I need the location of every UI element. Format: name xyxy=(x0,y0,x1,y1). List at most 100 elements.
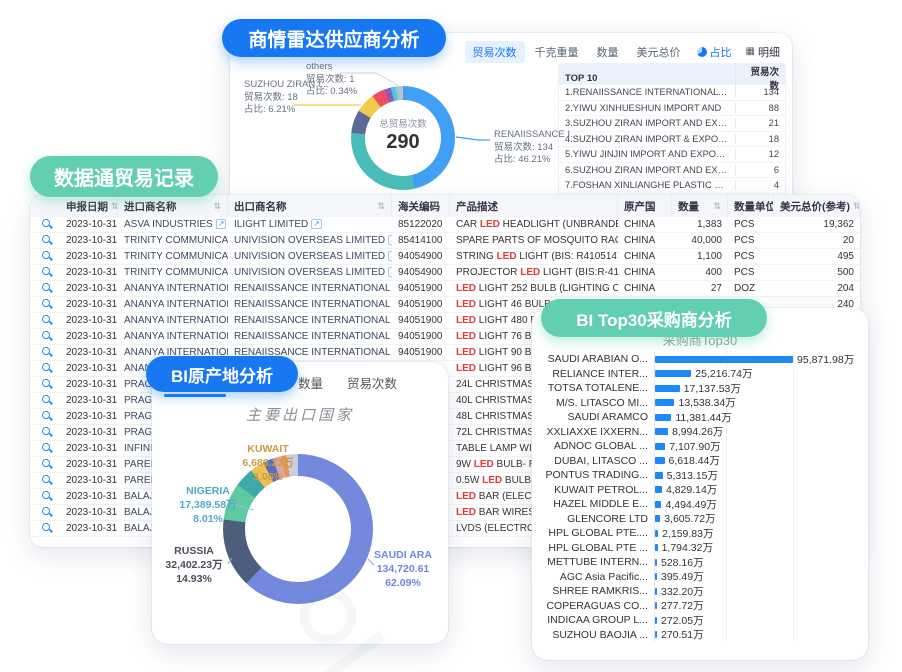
cell-importer[interactable]: TRINITY COMMUNICATIONS↗ xyxy=(118,267,228,278)
magnifier-icon[interactable] xyxy=(42,235,50,243)
cell-description: CAR LED HEADLIGHT (UNBRANDED, ORDIN... xyxy=(450,219,618,230)
bar-value: 528.16万 xyxy=(661,555,704,570)
cell-hs-code: 94051900 xyxy=(392,331,450,342)
cell-importer[interactable]: ANANYA INTERNATIONAL↗ xyxy=(118,299,228,310)
col-origin-header: 原产国 xyxy=(618,195,672,217)
cell-importer[interactable]: TRINITY COMMUNICATIONS↗ xyxy=(118,235,228,246)
bar-value: 7,107.90万 xyxy=(669,439,720,454)
bar-row: DUBAI, LITASCO ... 6,618.44万 xyxy=(544,454,858,469)
magnifier-icon[interactable] xyxy=(42,299,50,307)
cell-importer[interactable]: TRINITY COMMUNICATIONS↗ xyxy=(118,251,228,262)
magnifier-icon[interactable] xyxy=(42,491,50,499)
bar xyxy=(655,588,657,595)
bar-value: 4,829.14万 xyxy=(666,482,717,497)
cell-hs-code: 94054900 xyxy=(392,251,450,262)
cell-description: STRING LED LIGHT (BIS: R41051470) MOD... xyxy=(450,251,618,262)
cell-importer[interactable]: ANANYA INTERNATIONAL↗ xyxy=(118,283,228,294)
origin-analysis-pill: BI原产地分析 xyxy=(146,356,298,392)
company-link-icon[interactable]: ↗ xyxy=(216,219,227,229)
cell-date: 2023-10-31 xyxy=(60,475,118,486)
bar-value: 272.05万 xyxy=(661,613,704,628)
magnifier-icon[interactable] xyxy=(42,315,50,323)
bar-row: M/S. LITASCO MI... 13,538.34万 xyxy=(544,396,858,411)
magnifier-icon[interactable] xyxy=(42,523,50,531)
cell-description: PROJECTOR LED LIGHT (BIS:R-41248487) xyxy=(450,267,618,278)
bar-label: GLENCORE LTD xyxy=(544,513,654,525)
bar-label: COPERAGUAS CO... xyxy=(544,600,654,612)
table-row: 2023-10-31 ASVA INDUSTRIES↗ ILIGHT LIMIT… xyxy=(30,217,860,233)
bar-value: 270.51万 xyxy=(661,627,704,642)
cell-exporter[interactable]: ILIGHT LIMITED↗ xyxy=(228,219,392,230)
magnifier-icon[interactable] xyxy=(42,251,50,259)
magnifier-icon[interactable] xyxy=(42,475,50,483)
bar-value: 277.72万 xyxy=(661,598,704,613)
bar-value: 13,538.34万 xyxy=(678,395,735,410)
bar-row: XXLIAXXE IXXERN... 8,994.26万 xyxy=(544,425,858,440)
magnifier-icon[interactable] xyxy=(42,459,50,467)
col-exporter-header[interactable]: 出口商名称⇅ xyxy=(228,195,392,217)
bar xyxy=(655,631,657,638)
magnifier-icon[interactable] xyxy=(42,379,50,387)
cell-exporter[interactable]: UNIVISION OVERSEAS LIMITED↗ xyxy=(228,267,392,278)
cell-usd: 204 xyxy=(774,283,860,294)
cell-unit: DOZ xyxy=(728,283,774,294)
bar-row: COPERAGUAS CO... 277.72万 xyxy=(544,599,858,614)
bar xyxy=(655,399,674,406)
magnifier-icon[interactable] xyxy=(42,507,50,515)
bar xyxy=(655,559,657,566)
bar-value: 332.20万 xyxy=(661,584,704,599)
cell-exporter[interactable]: RENAIISSANCE INTERNATIONAL HK↗ xyxy=(228,331,392,342)
cell-exporter[interactable]: RENAIISSANCE INTERNATIONAL HK↗ xyxy=(228,283,392,294)
cell-exporter[interactable]: RENAIISSANCE INTERNATIONAL HK↗ xyxy=(228,299,392,310)
magnifier-icon[interactable] xyxy=(42,427,50,435)
cell-origin: CHINA xyxy=(618,251,672,262)
cell-importer[interactable]: ANANYA INTERNATIONAL↗ xyxy=(118,331,228,342)
cell-date: 2023-10-31 xyxy=(60,267,118,278)
bar-row: TOTSA TOTALENE... 17,137.53万 xyxy=(544,381,858,396)
magnifier-icon[interactable] xyxy=(42,267,50,275)
cell-importer[interactable]: ASVA INDUSTRIES↗ xyxy=(118,219,228,230)
donut-label-suzhou: SUZHOU ZIRAN I... 贸易次数: 18 占比: 6.21% xyxy=(244,79,328,117)
magnifier-icon[interactable] xyxy=(42,219,50,227)
cell-date: 2023-10-31 xyxy=(60,523,118,534)
cell-date: 2023-10-31 xyxy=(60,315,118,326)
origin-label-kuwait: KUWAIT 6,686.23万 3.08% xyxy=(214,442,322,484)
cell-importer[interactable]: ANANYA INTERNATIONAL↗ xyxy=(118,315,228,326)
bar-value: 25,216.74万 xyxy=(695,366,752,381)
bar-row: HAZEL MIDDLE E... 4,494.49万 xyxy=(544,497,858,512)
col-qty-header[interactable]: 数量⇅ xyxy=(672,195,728,217)
table-row: 2023-10-31 ANANYA INTERNATIONAL↗ RENAIIS… xyxy=(30,281,860,297)
cell-exporter[interactable]: RENAIISSANCE INTERNATIONAL HK↗ xyxy=(228,315,392,326)
top30-buyers-card: 采购商Top30 SAUDI ARABIAN O... 95,871.98万 R… xyxy=(532,308,868,660)
cell-date: 2023-10-31 xyxy=(60,443,118,454)
dashboard: 贸易次数千克重量数量美元总价占比▦明细 总贸易次数 290 others 贸易次… xyxy=(0,0,902,672)
company-link-icon[interactable]: ↗ xyxy=(311,219,322,229)
sort-icon: ⇅ xyxy=(111,201,118,212)
magnifier-icon[interactable] xyxy=(42,395,50,403)
bar xyxy=(655,370,691,377)
magnifier-icon[interactable] xyxy=(42,283,50,291)
col-usd-header[interactable]: 美元总价(参考)⇅ xyxy=(774,195,860,217)
bar-value: 395.49万 xyxy=(661,569,704,584)
col-date-header[interactable]: 申报日期⇅ xyxy=(60,195,118,217)
bar xyxy=(655,443,665,450)
magnifier-icon[interactable] xyxy=(42,443,50,451)
cell-hs-code: 85414100 xyxy=(392,235,450,246)
magnifier-icon[interactable] xyxy=(42,363,50,371)
col-importer-header[interactable]: 进口商名称⇅ xyxy=(118,195,228,217)
magnifier-icon[interactable] xyxy=(42,347,50,355)
bar-label: SUZHOU BAOJIA ... xyxy=(544,629,654,641)
magnifier-icon[interactable] xyxy=(42,331,50,339)
bar-row: METTUBE INTERN... 528.16万 xyxy=(544,555,858,570)
bar-label: PONTUS TRADING... xyxy=(544,469,654,481)
cell-quantity: 27 xyxy=(672,283,728,294)
origin-label-saudi: SAUDI ARA 134,720.61 62.09% xyxy=(360,548,446,590)
cell-exporter[interactable]: UNIVISION OVERSEAS LIMITED↗ xyxy=(228,235,392,246)
donut-label-renaissance: RENAIISSANCE I... 贸易次数: 134 占比: 46.21% xyxy=(494,129,578,167)
bar-value: 2,159.83万 xyxy=(662,526,713,541)
bar-row: SUZHOU BAOJIA ... 270.51万 xyxy=(544,628,858,643)
cell-exporter[interactable]: UNIVISION OVERSEAS LIMITED↗ xyxy=(228,251,392,262)
trade-table-header: 申报日期⇅ 进口商名称⇅ 出口商名称⇅ 海关编码 产品描述 原产国 数量⇅ 数量… xyxy=(30,195,860,217)
cell-hs-code: 85122020 xyxy=(392,219,450,230)
magnifier-icon[interactable] xyxy=(42,411,50,419)
